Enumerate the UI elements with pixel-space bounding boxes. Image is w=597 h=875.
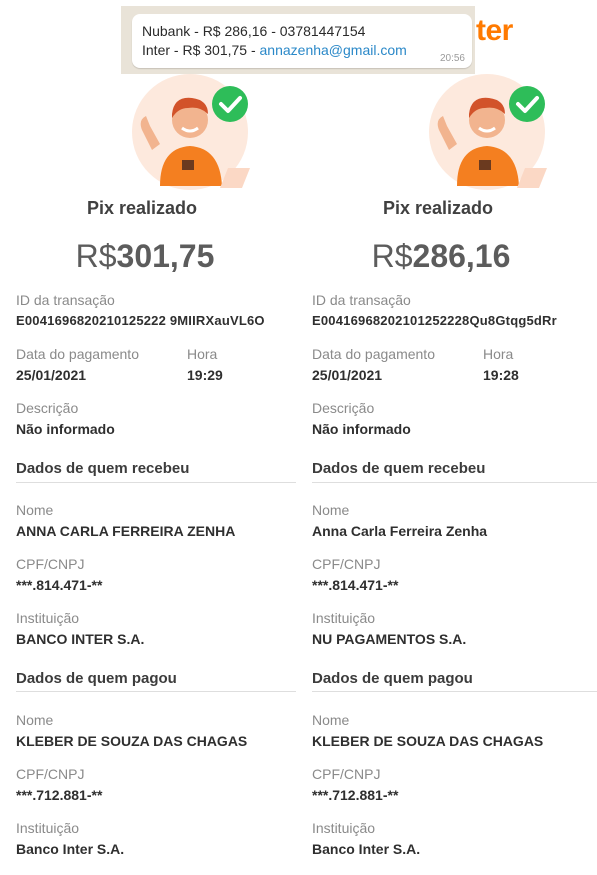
transaction-id-value: E00416968202101252228Qu8Gtqg5dRr	[312, 313, 557, 328]
payment-date-label: Data do pagamento	[16, 346, 139, 362]
time-label: Hora	[483, 346, 514, 362]
receipt-inter: Pix realizado R$301,75 ID da transação E…	[0, 0, 296, 875]
transaction-id-value: E0041696820210125222 9MIIRXauVL6O	[16, 313, 265, 328]
amount-value: 301,75	[116, 238, 215, 274]
divider	[312, 482, 597, 483]
receiver-institution-label: Instituição	[16, 610, 80, 626]
payment-date-value: 25/01/2021	[312, 367, 383, 383]
time-value: 19:29	[187, 367, 223, 383]
divider	[312, 691, 597, 692]
payer-section-title: Dados de quem pagou	[16, 670, 177, 687]
description-label: Descrição	[312, 400, 375, 416]
payer-institution-label: Instituição	[16, 820, 80, 836]
payer-name-label: Nome	[312, 712, 350, 728]
message-timestamp: 20:56	[439, 53, 465, 64]
receiver-institution-label: Instituição	[312, 610, 376, 626]
transaction-id-label: ID da transação	[312, 292, 411, 308]
amount: R$301,75	[0, 238, 290, 275]
success-illustration	[132, 74, 250, 190]
time-label: Hora	[187, 346, 218, 362]
divider	[16, 691, 296, 692]
description-value: Não informado	[312, 421, 411, 437]
payer-name-label: Nome	[16, 712, 54, 728]
receiver-name-value: Anna Carla Ferreira Zenha	[312, 523, 488, 539]
message-line-inter: Inter - R$ 301,75 - annazenha@gmail.com	[142, 42, 407, 58]
receiver-institution-value: BANCO INTER S.A.	[16, 631, 145, 647]
divider	[16, 482, 296, 483]
pix-title: Pix realizado	[86, 198, 198, 218]
payer-name-value: KLEBER DE SOUZA DAS CHAGAS	[16, 733, 248, 749]
payer-cpf-value: ***.712.881-**	[312, 787, 399, 803]
payer-institution-value: Banco Inter S.A.	[16, 841, 125, 857]
payer-cpf-label: CPF/CNPJ	[16, 766, 85, 782]
email-link[interactable]: annazenha@gmail.com	[260, 42, 407, 58]
payer-cpf-value: ***.712.881-**	[16, 787, 103, 803]
receiver-cpf-value: ***.814.471-**	[312, 577, 399, 593]
amount: R$286,16	[296, 238, 586, 275]
inter-logo: ter	[476, 14, 513, 47]
receiver-cpf-value: ***.814.471-**	[16, 577, 103, 593]
receiver-institution-value: NU PAGAMENTOS S.A.	[312, 631, 467, 647]
transaction-id-label: ID da transação	[16, 292, 115, 308]
payer-institution-label: Instituição	[312, 820, 376, 836]
receiver-name-label: Nome	[16, 502, 54, 518]
receiver-section-title: Dados de quem recebeu	[312, 460, 486, 477]
receiver-name-label: Nome	[312, 502, 350, 518]
message-line-inter-text: Inter - R$ 301,75 -	[142, 42, 260, 58]
time-value: 19:28	[483, 367, 519, 383]
receiver-section-title: Dados de quem recebeu	[16, 460, 190, 477]
description-value: Não informado	[16, 421, 115, 437]
currency-symbol: R$	[371, 238, 413, 274]
payer-cpf-label: CPF/CNPJ	[312, 766, 381, 782]
message-line-nubank: Nubank - R$ 286,16 - 03781447154	[142, 23, 366, 39]
payment-date-value: 25/01/2021	[16, 367, 87, 383]
pix-title: Pix realizado	[382, 198, 494, 218]
currency-symbol: R$	[75, 238, 117, 274]
amount-value: 286,16	[412, 238, 511, 274]
description-label: Descrição	[16, 400, 79, 416]
payer-name-value: KLEBER DE SOUZA DAS CHAGAS	[312, 733, 544, 749]
receipt-nubank: Pix realizado R$286,16 ID da transação E…	[296, 0, 597, 875]
payer-institution-value: Banco Inter S.A.	[312, 841, 421, 857]
receiver-cpf-label: CPF/CNPJ	[312, 556, 381, 572]
chat-message-bubble[interactable]: Nubank - R$ 286,16 - 03781447154 Inter -…	[132, 14, 472, 68]
payer-section-title: Dados de quem pagou	[312, 670, 473, 687]
receiver-name-value: ANNA CARLA FERREIRA ZENHA	[16, 523, 236, 539]
success-illustration	[429, 74, 547, 190]
payment-date-label: Data do pagamento	[312, 346, 435, 362]
receiver-cpf-label: CPF/CNPJ	[16, 556, 85, 572]
